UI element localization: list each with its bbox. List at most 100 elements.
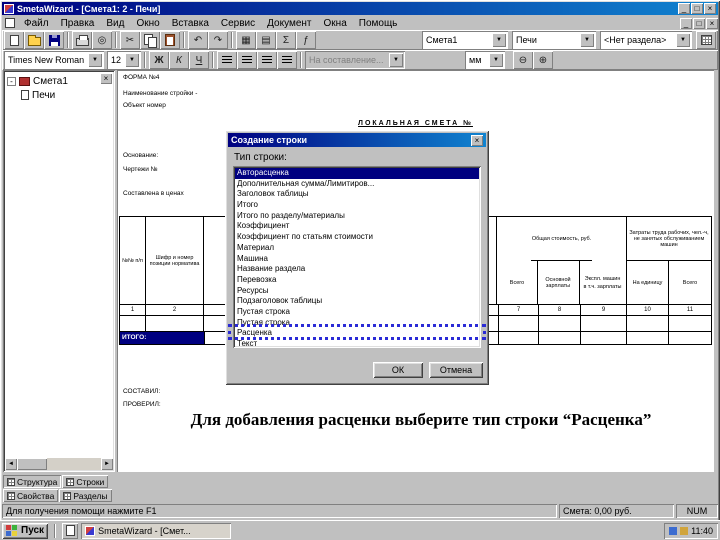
sections-button[interactable] bbox=[696, 31, 716, 49]
tree-item-estimate[interactable]: - Смета1 bbox=[3, 74, 115, 88]
insert-row-button[interactable]: ▦ bbox=[236, 31, 256, 49]
align-left-button[interactable] bbox=[217, 51, 237, 69]
dialog-close-button close-icon[interactable]: × bbox=[471, 134, 483, 146]
close-button[interactable]: × bbox=[704, 3, 716, 14]
list-item[interactable]: Пустая строка bbox=[235, 307, 479, 318]
itogo-cell[interactable]: ИТОГО: bbox=[120, 332, 205, 344]
recalc-button[interactable]: Σ bbox=[276, 31, 296, 49]
print-button[interactable] bbox=[72, 31, 92, 49]
delete-row-button[interactable]: ▤ bbox=[256, 31, 276, 49]
list-item[interactable]: Подзаголовок таблицы bbox=[235, 296, 479, 307]
copy-button[interactable] bbox=[140, 31, 160, 49]
mdi-close-button[interactable]: × bbox=[706, 17, 718, 29]
tree-item-estimate-label: Смета1 bbox=[33, 75, 68, 87]
units-combobox-arrow chevron-down-icon[interactable]: ▼ bbox=[489, 53, 503, 67]
section-combobox[interactable]: <Нет раздела> ▼ bbox=[600, 31, 692, 49]
tray-icon-2[interactable] bbox=[680, 526, 689, 535]
list-item[interactable]: Пустая строка bbox=[235, 318, 479, 329]
fontsize-combobox[interactable]: 12 ▼ bbox=[107, 51, 141, 69]
cut-button[interactable]: ✂ bbox=[120, 31, 140, 49]
main-toolbar: ◎ ✂ ↶ ↷ ▦ ▤ Σ ƒ Смета1 ▼ Печи ▼ <Нет раз… bbox=[2, 30, 718, 50]
list-item-rascenka[interactable]: Расценка bbox=[235, 328, 479, 339]
task-button-smetawizard[interactable]: SmetaWizard - [Смет... bbox=[81, 522, 232, 539]
menu-window1[interactable]: Окно bbox=[130, 17, 165, 30]
align-right-button[interactable] bbox=[257, 51, 277, 69]
tab-sections[interactable]: Разделы bbox=[59, 489, 112, 502]
tray-icon-1[interactable] bbox=[669, 526, 678, 535]
italic-button[interactable]: К bbox=[169, 51, 189, 69]
scroll-right-button arrow-right-icon[interactable]: ► bbox=[101, 458, 113, 470]
maximize-button[interactable]: □ bbox=[691, 3, 703, 14]
bold-button[interactable]: Ж bbox=[149, 51, 169, 69]
menu-edit[interactable]: Правка bbox=[55, 17, 101, 30]
delete-row-icon: ▤ bbox=[261, 34, 271, 46]
undo-button[interactable]: ↶ bbox=[188, 31, 208, 49]
wizard-button[interactable]: ƒ bbox=[296, 31, 316, 49]
list-item[interactable]: Дополнительная сумма/Лимитиров... bbox=[235, 179, 479, 190]
object-combobox-arrow chevron-down-icon[interactable]: ▼ bbox=[580, 33, 594, 47]
tab-properties[interactable]: Свойства bbox=[3, 489, 59, 502]
paste-button[interactable] bbox=[160, 31, 180, 49]
zoom-in-button[interactable]: ⊕ bbox=[533, 51, 553, 69]
list-item[interactable]: Ресурсы bbox=[235, 286, 479, 297]
zoom-out-button[interactable]: ⊖ bbox=[513, 51, 533, 69]
mdi-restore-button[interactable]: □ bbox=[693, 17, 705, 29]
list-item[interactable]: Название раздела bbox=[235, 264, 479, 275]
sheet-combobox-arrow chevron-down-icon[interactable]: ▼ bbox=[492, 33, 506, 47]
doc-drawings-label: Чертежи № bbox=[123, 166, 158, 173]
list-item[interactable]: Материал bbox=[235, 243, 479, 254]
menu-file[interactable]: Файл bbox=[18, 17, 55, 30]
col-cost-machines: Экспл. машин в т.ч. зарплаты bbox=[580, 261, 626, 304]
ok-button[interactable]: ОК bbox=[373, 362, 423, 378]
sheet-combobox[interactable]: Смета1 ▼ bbox=[422, 31, 508, 49]
minimize-button[interactable]: _ bbox=[678, 3, 690, 14]
underline-button[interactable]: Ч bbox=[189, 51, 209, 69]
list-item[interactable]: Итого bbox=[235, 200, 479, 211]
system-tray: 11:40 bbox=[664, 523, 718, 539]
start-button[interactable]: Пуск bbox=[2, 523, 48, 539]
units-combobox[interactable]: мм ▼ bbox=[465, 51, 505, 69]
font-combobox[interactable]: Times New Roman ▼ bbox=[4, 51, 104, 69]
section-combobox-arrow chevron-down-icon[interactable]: ▼ bbox=[676, 33, 690, 47]
create-row-dialog: Создание строки × Тип строки: Авторасцен… bbox=[225, 130, 489, 385]
list-item[interactable]: Машина bbox=[235, 254, 479, 265]
menu-windows[interactable]: Окна bbox=[318, 17, 353, 30]
object-combobox[interactable]: Печи ▼ bbox=[512, 31, 596, 49]
tree-item-sheet[interactable]: Печи bbox=[3, 88, 115, 102]
preview-button[interactable]: ◎ bbox=[92, 31, 112, 49]
menu-document[interactable]: Документ bbox=[261, 17, 317, 30]
list-item[interactable]: Итого по разделу/материалы bbox=[235, 211, 479, 222]
menu-service[interactable]: Сервис bbox=[215, 17, 261, 30]
list-item[interactable]: Авторасценка bbox=[235, 168, 479, 179]
scrollbar-thumb[interactable] bbox=[17, 458, 47, 470]
redo-button[interactable]: ↷ bbox=[208, 31, 228, 49]
list-item[interactable]: Текст bbox=[235, 339, 479, 348]
new-button[interactable] bbox=[4, 31, 24, 49]
view-tabs-row1: Структура Строки bbox=[3, 475, 109, 488]
cancel-button[interactable]: Отмена bbox=[429, 362, 483, 378]
align-justify-button[interactable] bbox=[277, 51, 297, 69]
menu-insert[interactable]: Вставка bbox=[166, 17, 215, 30]
tree-close-button close-icon[interactable]: × bbox=[100, 73, 112, 84]
fontsize-combobox-arrow chevron-down-icon[interactable]: ▼ bbox=[125, 53, 139, 67]
scroll-left-button arrow-left-icon[interactable]: ◄ bbox=[5, 458, 17, 470]
tab-rows[interactable]: Строки bbox=[62, 475, 109, 488]
tab-structure[interactable]: Структура bbox=[3, 475, 62, 488]
quick-launch-button[interactable] bbox=[62, 523, 78, 539]
menu-view[interactable]: Вид bbox=[100, 17, 130, 30]
font-combobox-arrow chevron-down-icon[interactable]: ▼ bbox=[88, 53, 102, 67]
list-item[interactable]: Заголовок таблицы bbox=[235, 189, 479, 200]
tree-horizontal-scrollbar[interactable]: ◄ ► bbox=[5, 458, 113, 470]
align-center-button[interactable] bbox=[237, 51, 257, 69]
row-type-listbox[interactable]: Авторасценка Дополнительная сумма/Лимити… bbox=[233, 166, 481, 348]
mdi-minimize-button[interactable]: _ bbox=[680, 17, 692, 29]
list-item[interactable]: Коэффициент по статьям стоимости bbox=[235, 232, 479, 243]
menu-help[interactable]: Помощь bbox=[353, 17, 404, 30]
col-labor-total: Всего bbox=[682, 279, 698, 286]
open-button[interactable] bbox=[24, 31, 44, 49]
tree-collapse-icon[interactable]: - bbox=[7, 76, 16, 86]
caption-text: Для добавления расценки выберите тип стр… bbox=[190, 410, 652, 429]
list-item[interactable]: Коэффициент bbox=[235, 221, 479, 232]
list-item[interactable]: Перевозка bbox=[235, 275, 479, 286]
save-button[interactable] bbox=[44, 31, 64, 49]
